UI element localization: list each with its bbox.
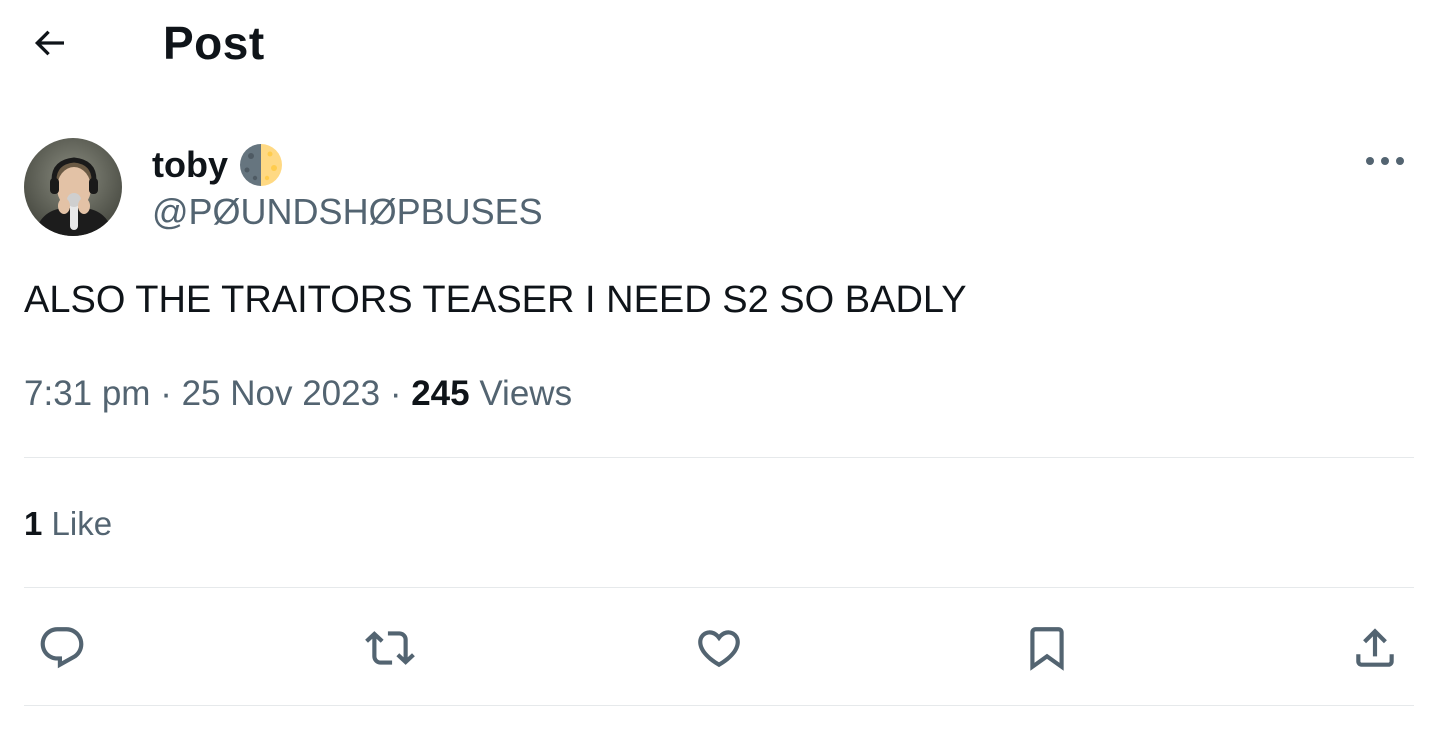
post-date[interactable]: 25 Nov 2023 — [182, 374, 380, 413]
arrow-left-icon — [34, 30, 64, 56]
post-text: ALSO THE TRAITORS TEASER I NEED S2 SO BA… — [24, 279, 967, 321]
page-title: Post — [163, 17, 265, 69]
moon-emoji — [240, 144, 282, 186]
post-time[interactable]: 7:31 pm — [24, 374, 150, 413]
back-button[interactable] — [24, 20, 74, 66]
divider — [24, 587, 1414, 588]
author-name[interactable]: toby — [152, 142, 284, 188]
meta-separator: · — [389, 374, 402, 413]
more-icon — [1366, 157, 1404, 165]
repost-button[interactable] — [362, 620, 418, 676]
bookmark-icon — [1030, 627, 1064, 671]
like-button[interactable] — [691, 620, 747, 676]
meta-separator: · — [160, 374, 172, 413]
divider — [24, 457, 1414, 458]
divider — [24, 705, 1414, 706]
share-button[interactable] — [1347, 620, 1403, 676]
author-handle[interactable]: @PØUNDSHØPBUSES — [152, 190, 543, 234]
avatar-photo — [24, 138, 122, 236]
reply-button[interactable] — [34, 620, 90, 676]
reply-icon — [40, 627, 84, 669]
views-count: 245 — [411, 374, 470, 413]
bookmark-button[interactable] — [1019, 620, 1075, 676]
views-label: Views — [479, 374, 573, 413]
avatar[interactable] — [24, 138, 122, 236]
top-bar: Post — [0, 0, 1440, 90]
post-metadata: 7:31 pm · 25 Nov 2023 · 245 Views — [24, 372, 572, 416]
more-options-button[interactable] — [1360, 138, 1410, 184]
display-name: toby — [152, 144, 228, 185]
share-icon — [1356, 628, 1394, 667]
likes-count: 1 — [24, 505, 43, 542]
likes-link[interactable]: 1 Like — [24, 502, 112, 546]
likes-label: Like — [51, 505, 113, 542]
repost-icon — [365, 631, 415, 665]
like-icon — [698, 630, 740, 668]
